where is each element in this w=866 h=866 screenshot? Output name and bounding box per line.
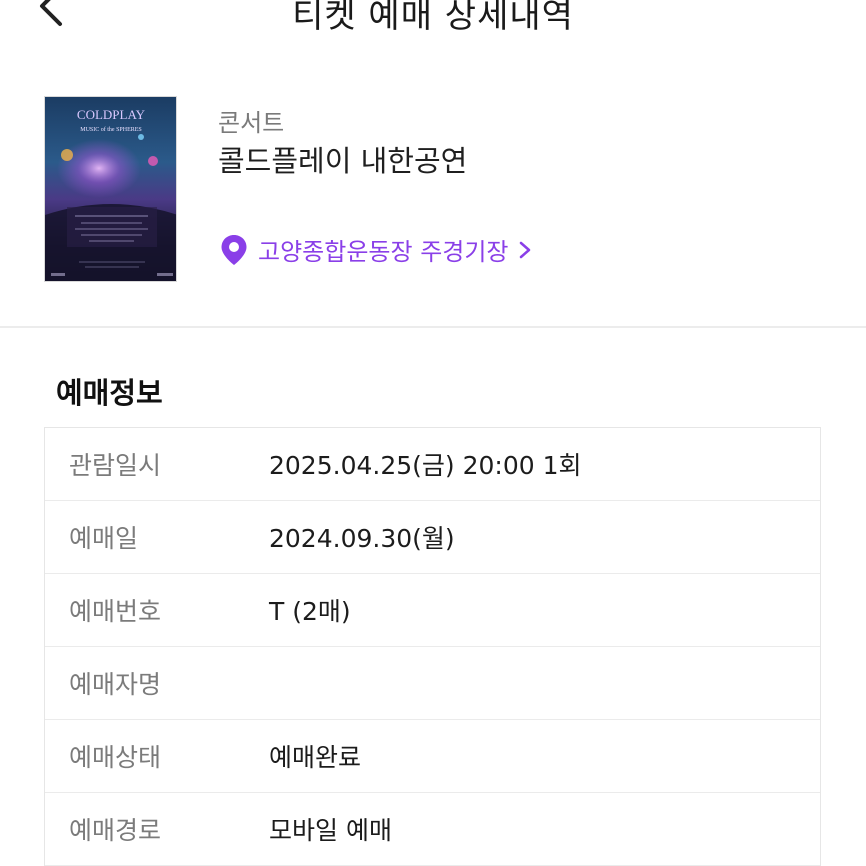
section-divider bbox=[0, 326, 866, 328]
row-label-viewing-datetime: 관람일시 bbox=[69, 451, 162, 480]
location-pin-icon bbox=[221, 234, 247, 265]
row-label-booking-date: 예매일 bbox=[69, 524, 139, 553]
event-summary: COLDPLAY MUSIC of the SPHERES 콘서트 콜드플레이 … bbox=[44, 96, 824, 286]
row-value-booking-channel: 모바일 예매 bbox=[269, 816, 392, 845]
row-value-booking-status: 예매완료 bbox=[269, 743, 362, 772]
venue-name: 고양종합운동장 주경기장 bbox=[258, 238, 509, 266]
row-label-booking-status: 예매상태 bbox=[69, 743, 162, 772]
row-value-booking-date: 2024.09.30(월) bbox=[269, 524, 455, 553]
poster-subtitle: MUSIC of the SPHERES bbox=[80, 126, 142, 133]
row-value-viewing-datetime: 2025.04.25(금) 20:00 1회 bbox=[269, 451, 582, 480]
venue-link[interactable]: 고양종합운동장 주경기장 bbox=[220, 232, 533, 267]
page-title: 티켓 예매 상세내역 bbox=[292, 0, 574, 36]
table-row: 예매번호 T (2매) bbox=[45, 574, 820, 647]
poster-band-name: COLDPLAY bbox=[77, 107, 146, 122]
table-row: 예매일 2024.09.30(월) bbox=[45, 501, 820, 574]
row-label-booking-channel: 예매경로 bbox=[69, 816, 162, 845]
booking-info-table: 관람일시 2025.04.25(금) 20:00 1회 예매일 2024.09.… bbox=[44, 427, 821, 866]
row-label-booker-name: 예매자명 bbox=[69, 670, 162, 699]
event-category: 콘서트 bbox=[218, 109, 285, 137]
table-row: 예매자명 bbox=[45, 647, 820, 720]
ticket-detail-page: 티켓 예매 상세내역 COLDPLAY MUSIC of the SPHERES… bbox=[0, 0, 866, 866]
event-title: 콜드플레이 내한공연 bbox=[218, 144, 468, 178]
row-label-booking-number: 예매번호 bbox=[69, 597, 162, 626]
poster-image: COLDPLAY MUSIC of the SPHERES bbox=[45, 97, 176, 281]
booking-info-title: 예매정보 bbox=[56, 376, 163, 410]
top-bar: 티켓 예매 상세내역 bbox=[0, 0, 866, 46]
row-value-booking-number: T (2매) bbox=[269, 597, 351, 626]
chevron-right-icon bbox=[519, 241, 530, 258]
event-poster[interactable]: COLDPLAY MUSIC of the SPHERES bbox=[44, 96, 177, 282]
table-row: 예매경로 모바일 예매 bbox=[45, 793, 820, 866]
table-row: 관람일시 2025.04.25(금) 20:00 1회 bbox=[45, 428, 820, 501]
table-row: 예매상태 예매완료 bbox=[45, 720, 820, 793]
